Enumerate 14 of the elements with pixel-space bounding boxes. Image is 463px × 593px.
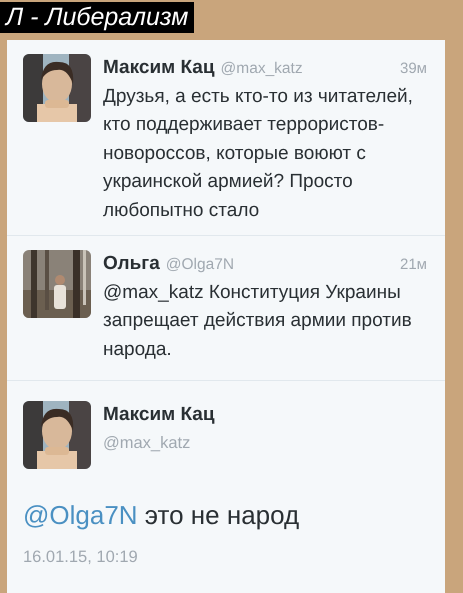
author-name: Максим Кац [103, 56, 215, 80]
tweet-timestamp: 16.01.15, 10:19 [23, 547, 139, 568]
author-handle: @max_katz [220, 59, 303, 79]
author-handle: @Olga7N [166, 255, 234, 275]
caption: Л - Либерализм [0, 2, 194, 33]
tweet-text: @Olga7N это не народ [23, 499, 300, 531]
tweet-time: 21м [400, 255, 427, 275]
author-handle: @max_katz [103, 432, 192, 454]
tweet-text: @max_katz Конституция Украины запрещает действия армии против народа. [103, 280, 413, 362]
tweet-text: Друзья, а есть кто-то из читателей, кто поддерживает террористов-новороссов, которые воюют с украинской армией? Просто любопытно стало [103, 84, 414, 222]
tweet-time: 39м [400, 59, 427, 79]
author-name: Максим Кац [103, 403, 215, 427]
author-name: Ольга [103, 252, 160, 276]
mention-link[interactable]: @Olga7N [23, 500, 138, 530]
